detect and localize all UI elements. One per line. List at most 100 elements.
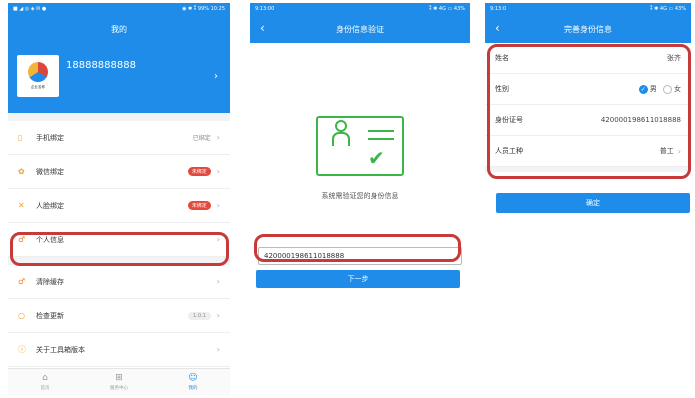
form-row-name[interactable]: 姓名 张齐 <box>485 43 691 74</box>
id-number-field[interactable]: 420000198611018888 <box>555 116 681 124</box>
tab-label: 首页 <box>40 386 50 391</box>
tab-mine[interactable]: ☺ 我的 <box>156 369 230 395</box>
confirm-button[interactable]: 确定 <box>496 193 690 213</box>
menu-item-wechat-binding[interactable]: ✿ 微信绑定 未绑定 › <box>8 155 230 189</box>
avatar: 企业名称 <box>17 55 59 97</box>
back-icon[interactable]: ‹ <box>260 22 265 34</box>
id-number-input[interactable]: 420000198611018888 <box>258 247 462 265</box>
status-right: ⁑ ✱ 4G ▭ 43% <box>650 6 686 12</box>
chevron-right-icon: › <box>216 311 220 320</box>
home-icon: ⌂ <box>42 373 48 383</box>
check-icon: ✔ <box>368 146 385 170</box>
tab-service-center[interactable]: ⊞ 服务中心 <box>82 369 156 395</box>
user-icon: ☺ <box>188 373 198 383</box>
status-badge: 未绑定 <box>187 167 211 176</box>
chevron-right-icon: › <box>216 201 220 210</box>
phone-number: 18888888888 <box>66 60 136 71</box>
my-profile-screen: ■ ◢ ◎ ◈ ✉ ● ◉ ✱ ⁑ 99% 10:25 我的 企业名称 1888… <box>8 3 230 395</box>
id-card-body <box>332 132 350 146</box>
field-label: 身份证号 <box>495 116 523 124</box>
identity-form: 姓名 张齐 性别 ✓ 男 女 身份证号 420000198611018888 人员… <box>485 43 691 167</box>
menu-item-label: 清除缓存 <box>36 277 64 286</box>
nav-bar: ‹ 完善身份信息 <box>485 15 691 43</box>
gender-options: ✓ 男 女 <box>555 84 681 94</box>
settings-menu: ▯ 手机绑定 已绑定 › ✿ 微信绑定 未绑定 › ✕ 人脸绑定 未绑定 › ♂… <box>8 121 230 257</box>
chevron-right-icon: › <box>214 71 218 82</box>
binding-status: 已绑定 <box>192 135 211 142</box>
status-right: ◉ ✱ ⁑ 99% 10:25 <box>182 6 225 12</box>
version-badge: 1.0.1 <box>188 311 211 320</box>
status-left: 9:13:0 <box>490 6 507 12</box>
menu-item-phone-binding[interactable]: ▯ 手机绑定 已绑定 › <box>8 121 230 155</box>
avatar-caption: 企业名称 <box>31 85 45 89</box>
male-label: 男 <box>649 85 657 93</box>
status-badge: 未绑定 <box>187 201 211 210</box>
nav-bar: 我的 <box>8 15 230 43</box>
menu-item-personal-info[interactable]: ♂ 个人信息 › <box>8 223 230 257</box>
status-left: 9:13:00 <box>255 6 275 12</box>
menu-item-about[interactable]: ⓘ 关于工具箱版本 › <box>8 333 230 367</box>
page-title: 身份信息验证 <box>336 24 384 34</box>
logo-icon <box>28 62 48 82</box>
field-label: 人员工种 <box>495 147 523 155</box>
screenshot-stage: ■ ◢ ◎ ◈ ✉ ● ◉ ✱ ⁑ 99% 10:25 我的 企业名称 1888… <box>0 0 695 398</box>
name-field[interactable]: 张齐 <box>555 53 681 63</box>
identity-verify-screen: 9:13:00 ⁑ ✱ 4G ▭ 43% ‹ 身份信息验证 ✔ 系统需验证您的身… <box>250 3 470 395</box>
id-card-icon: ✔ <box>316 116 404 176</box>
chevron-right-icon: › <box>216 235 220 244</box>
status-bar: 9:13:0 ⁑ ✱ 4G ▭ 43% <box>485 3 691 15</box>
bottom-tab-bar: ⌂ 首页 ⊞ 服务中心 ☺ 我的 <box>8 368 230 395</box>
chevron-right-icon: › <box>216 167 220 176</box>
form-row-gender: 性别 ✓ 男 女 <box>485 74 691 105</box>
status-bar: 9:13:00 ⁑ ✱ 4G ▭ 43% <box>250 3 470 15</box>
tab-label: 服务中心 <box>110 386 128 391</box>
id-card-line <box>368 138 394 140</box>
verify-body: ✔ 系统需验证您的身份信息 420000198611018888 下一步 <box>250 43 470 395</box>
face-icon: ✕ <box>18 201 25 210</box>
radio-female[interactable] <box>663 84 672 94</box>
divider <box>485 167 691 172</box>
menu-item-label: 手机绑定 <box>36 133 64 142</box>
form-row-job-type[interactable]: 人员工种 普工 › <box>485 136 691 167</box>
update-icon: ○ <box>18 311 25 320</box>
verify-hint: 系统需验证您的身份信息 <box>321 192 399 200</box>
profile-header[interactable]: 企业名称 18888888888 › <box>8 43 230 113</box>
id-card-line <box>368 130 394 132</box>
form-row-id-number[interactable]: 身份证号 420000198611018888 <box>485 105 691 136</box>
field-label: 姓名 <box>495 54 509 62</box>
menu-item-label: 关于工具箱版本 <box>36 345 85 354</box>
menu-item-clear-cache[interactable]: ♂ 清除缓存 › <box>8 265 230 299</box>
field-label: 性别 <box>495 85 509 93</box>
job-type-select[interactable]: 普工 <box>555 146 674 156</box>
info-icon: ⓘ <box>18 345 26 354</box>
tab-label: 我的 <box>188 386 198 391</box>
chevron-right-icon: › <box>216 133 220 142</box>
wechat-icon: ✿ <box>18 167 25 176</box>
cache-icon: ♂ <box>18 277 26 286</box>
menu-item-label: 人脸绑定 <box>36 201 64 210</box>
nav-bar: ‹ 身份信息验证 <box>250 15 470 43</box>
chevron-right-icon: › <box>216 345 220 354</box>
next-step-button[interactable]: 下一步 <box>256 270 460 288</box>
status-bar: ■ ◢ ◎ ◈ ✉ ● ◉ ✱ ⁑ 99% 10:25 <box>8 3 230 15</box>
status-right: ⁑ ✱ 4G ▭ 43% <box>429 6 465 12</box>
person-icon: ♂ <box>18 235 26 244</box>
page-title: 我的 <box>111 24 127 34</box>
grid-icon: ⊞ <box>115 373 123 383</box>
phone-icon: ▯ <box>18 133 23 142</box>
menu-item-check-update[interactable]: ○ 检查更新 1.0.1 › <box>8 299 230 333</box>
female-label: 女 <box>674 85 681 93</box>
id-card-head <box>335 120 347 132</box>
tab-home[interactable]: ⌂ 首页 <box>8 369 82 395</box>
status-left: ■ ◢ ◎ ◈ ✉ ● <box>13 6 47 12</box>
menu-item-label: 微信绑定 <box>36 167 64 176</box>
complete-identity-screen: 9:13:0 ⁑ ✱ 4G ▭ 43% ‹ 完善身份信息 姓名 张齐 性别 ✓ 男… <box>485 3 691 395</box>
menu-item-label: 个人信息 <box>36 235 64 244</box>
menu-item-label: 检查更新 <box>36 311 64 320</box>
menu-item-face-binding[interactable]: ✕ 人脸绑定 未绑定 › <box>8 189 230 223</box>
chevron-right-icon: › <box>216 277 220 286</box>
page-title: 完善身份信息 <box>564 24 612 34</box>
settings-menu-secondary: ♂ 清除缓存 › ○ 检查更新 1.0.1 › ⓘ 关于工具箱版本 › <box>8 265 230 367</box>
back-icon[interactable]: ‹ <box>495 22 500 34</box>
radio-male[interactable]: ✓ <box>638 84 648 94</box>
